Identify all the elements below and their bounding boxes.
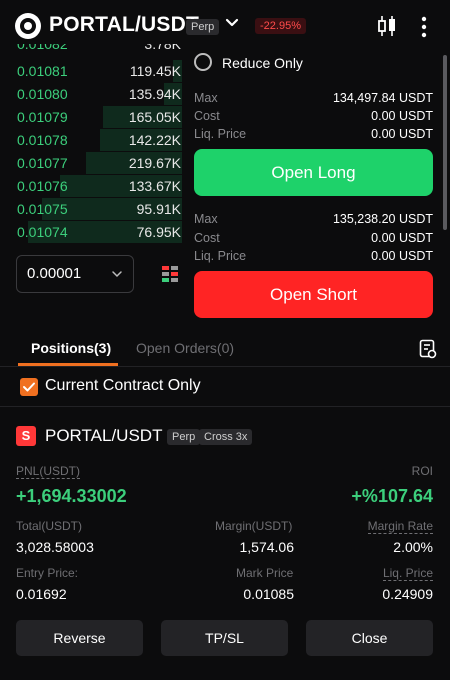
orderbook-size: 95.91K [136, 201, 181, 217]
portal-logo-icon [15, 13, 41, 39]
roi-value: +%107.64 [351, 486, 433, 506]
orderbook-size: 133.67K [128, 178, 181, 194]
entry-price-label: Entry Price: [16, 566, 79, 580]
open-short-button[interactable]: Open Short [194, 271, 433, 318]
pnl-label: PNL(USDT) [16, 464, 81, 479]
close-position-button[interactable]: Close [306, 620, 433, 656]
orderbook-price: 0.01075 [17, 201, 68, 217]
order-history-icon[interactable] [419, 339, 437, 359]
reverse-button[interactable]: Reverse [16, 620, 143, 656]
candlestick-chart-icon[interactable] [377, 15, 397, 37]
position-margin-mode-tag: Cross 3x [199, 429, 253, 445]
mark-price-label: Mark Price [236, 566, 294, 580]
short-max-label: Max [194, 212, 218, 226]
orderbook-row[interactable]: 0.01081 119.45K [0, 60, 190, 82]
short-cost-label: Cost [194, 231, 220, 245]
chevron-down-icon[interactable] [224, 15, 240, 31]
tab-positions[interactable]: Positions(3) [31, 340, 111, 356]
orderbook-price: 0.01074 [17, 224, 68, 240]
position-pair-title: PORTAL/USDT [45, 426, 163, 445]
long-liq-price-value: 0.00 USDT [371, 127, 433, 141]
liq-price-label: Liq. Price [382, 566, 433, 581]
position-perp-tag: Perp [167, 429, 201, 445]
total-value: 3,028.58003 [16, 539, 94, 555]
price-change-badge: -22.95% [255, 18, 306, 34]
long-max-value: 134,497.84 USDT [332, 91, 433, 105]
roi-label: ROI [411, 464, 433, 478]
orderbook-layout-icon[interactable] [162, 266, 178, 282]
orderbook-size: 142.22K [128, 132, 181, 148]
chevron-down-icon [112, 271, 122, 278]
pair-title[interactable]: PORTAL/USDT [49, 13, 199, 37]
orderbook-row[interactable]: 0.01080 135.94K [0, 83, 190, 105]
orderbook-size: 76.95K [136, 224, 181, 240]
orderbook-row[interactable]: 0.01078 142.22K [0, 129, 190, 151]
short-liq-price-label: Liq. Price [194, 249, 247, 263]
orderbook-price: 0.01078 [17, 132, 68, 148]
orderbook-size: 119.45K [129, 63, 181, 79]
margin-value: 1,574.06 [239, 539, 295, 555]
perp-tag: Perp [186, 19, 220, 35]
orderbook-row[interactable]: 0.01076 133.67K [0, 175, 190, 197]
orderbook-row[interactable]: 0.01079 165.05K [0, 106, 190, 128]
orderbook-row[interactable]: 0.01075 95.91K [0, 198, 190, 220]
margin-rate-value: 2.00% [393, 539, 433, 555]
checkmark-icon [23, 382, 35, 392]
reduce-only-label[interactable]: Reduce Only [222, 55, 303, 71]
section-divider [0, 406, 450, 407]
precision-value: 0.00001 [27, 265, 82, 282]
reduce-only-radio[interactable] [194, 53, 212, 71]
long-cost-label: Cost [194, 109, 220, 123]
orderbook-price: 0.01076 [17, 178, 68, 194]
orderbook-price: 0.01081 [17, 63, 68, 79]
long-max-label: Max [194, 91, 218, 105]
orderbook-row[interactable]: 0.01074 76.95K [0, 221, 190, 243]
tp-sl-button[interactable]: TP/SL [161, 620, 288, 656]
orderbook-size: 165.05K [128, 109, 181, 125]
margin-rate-label: Margin Rate [367, 519, 433, 534]
orderbook-row-partial[interactable]: 0.01082 3.78K [0, 44, 190, 54]
orderbook-row[interactable]: 0.01077 219.67K [0, 152, 190, 174]
short-cost-value: 0.00 USDT [371, 231, 433, 245]
precision-select[interactable]: 0.00001 [16, 255, 134, 293]
current-contract-checkbox[interactable] [20, 378, 38, 396]
entry-price-value: 0.01692 [16, 586, 67, 602]
long-cost-value: 0.00 USDT [371, 109, 433, 123]
short-liq-price-value: 0.00 USDT [371, 249, 433, 263]
pnl-value: +1,694.33002 [16, 486, 127, 506]
orderbook-price: 0.01079 [17, 109, 68, 125]
orderbook-price: 0.01077 [17, 155, 68, 171]
tab-open-orders[interactable]: Open Orders(0) [136, 340, 234, 356]
orderbook-price: 0.01080 [17, 86, 68, 102]
mark-price-value: 0.01085 [243, 586, 294, 602]
margin-label: Margin(USDT) [215, 519, 293, 533]
orderbook-size: 219.67K [128, 155, 181, 171]
liq-price-value: 0.24909 [382, 586, 433, 602]
more-menu-icon[interactable] [420, 16, 428, 38]
panel-scrollbar[interactable] [443, 55, 447, 230]
short-max-value: 135,238.20 USDT [332, 212, 433, 226]
orderbook-price: 0.01082 [17, 44, 68, 52]
long-liq-price-label: Liq. Price [194, 127, 247, 141]
current-contract-label[interactable]: Current Contract Only [45, 377, 201, 395]
tabs-divider [0, 366, 450, 367]
short-side-badge: S [16, 426, 36, 446]
orderbook-size: 135.94K [128, 86, 181, 102]
total-label: Total(USDT) [16, 519, 83, 533]
orderbook-size: 3.78K [144, 44, 181, 52]
open-long-button[interactable]: Open Long [194, 149, 433, 196]
